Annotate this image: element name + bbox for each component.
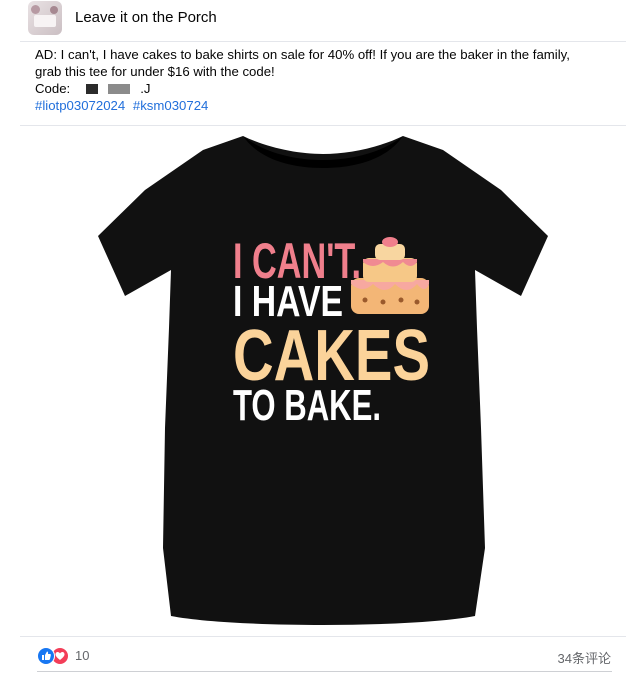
- like-icon[interactable]: [37, 647, 55, 665]
- post-header: Leave it on the Porch: [0, 0, 626, 42]
- post-photo[interactable]: I CAN'T. I HAVE CAKES TO BAKE.: [93, 128, 553, 638]
- image-divider: [20, 636, 626, 637]
- page-name-link[interactable]: Leave it on the Porch: [75, 9, 217, 26]
- hashtag-link[interactable]: #liotp03072024: [35, 98, 125, 113]
- code-label: Code:: [35, 81, 71, 96]
- avatar-decor: [50, 6, 58, 14]
- redacted-code: [130, 83, 141, 94]
- avatar-decor: [34, 15, 56, 27]
- redacted-code: [98, 83, 109, 94]
- comment-count-link[interactable]: 34条评论: [558, 648, 611, 667]
- code-line: Code: .J: [35, 80, 620, 97]
- redacted-code: [86, 83, 99, 94]
- tee-text-line-4: TO BAKE.: [233, 381, 381, 430]
- t-shirt-image: I CAN'T. I HAVE CAKES TO BAKE.: [98, 136, 548, 625]
- code-suffix: .J: [140, 81, 151, 96]
- post-text-line: AD: I can't, I have cakes to bake shirts…: [35, 47, 570, 62]
- post-text-line: grab this tee for under $16 with the cod…: [35, 64, 275, 79]
- redacted-code: [108, 83, 131, 94]
- footer-divider: [37, 671, 612, 672]
- header-divider: [20, 41, 626, 42]
- text-divider: [20, 125, 626, 126]
- reaction-count[interactable]: 10: [75, 648, 89, 663]
- hashtag-list: #liotp03072024 #ksm030724: [35, 98, 212, 113]
- post-footer: 10 34条评论: [0, 640, 626, 674]
- hashtag-link[interactable]: #ksm030724: [133, 98, 209, 113]
- page-avatar[interactable]: [28, 1, 62, 35]
- avatar-decor: [31, 5, 40, 14]
- post-body: AD: I can't, I have cakes to bake shirts…: [35, 46, 620, 97]
